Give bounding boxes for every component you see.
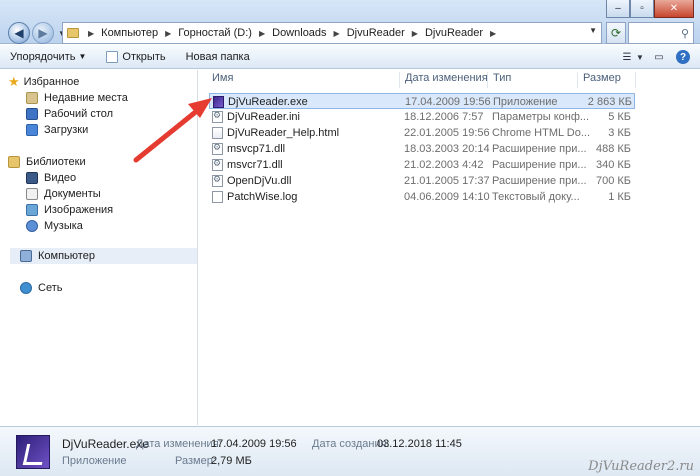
- details-pane: DjVuReader.exe Приложение Дата изменения…: [0, 426, 700, 476]
- details-created-value: 03.12.2018 11:45: [377, 438, 462, 450]
- details-kind: Приложение: [62, 455, 127, 467]
- details-modified-value: 17.04.2009 19:56: [211, 438, 297, 450]
- watermark: DjVuReader2.ru: [588, 459, 694, 474]
- details-modified-label: Дата изменения:: [136, 438, 222, 450]
- details-size-value: 2,79 МБ: [211, 455, 252, 467]
- exe-icon: [16, 435, 50, 469]
- details-size-label: Размер:: [175, 455, 216, 467]
- annotation-arrow-icon: [133, 98, 212, 163]
- arrow-shaft: [133, 107, 201, 163]
